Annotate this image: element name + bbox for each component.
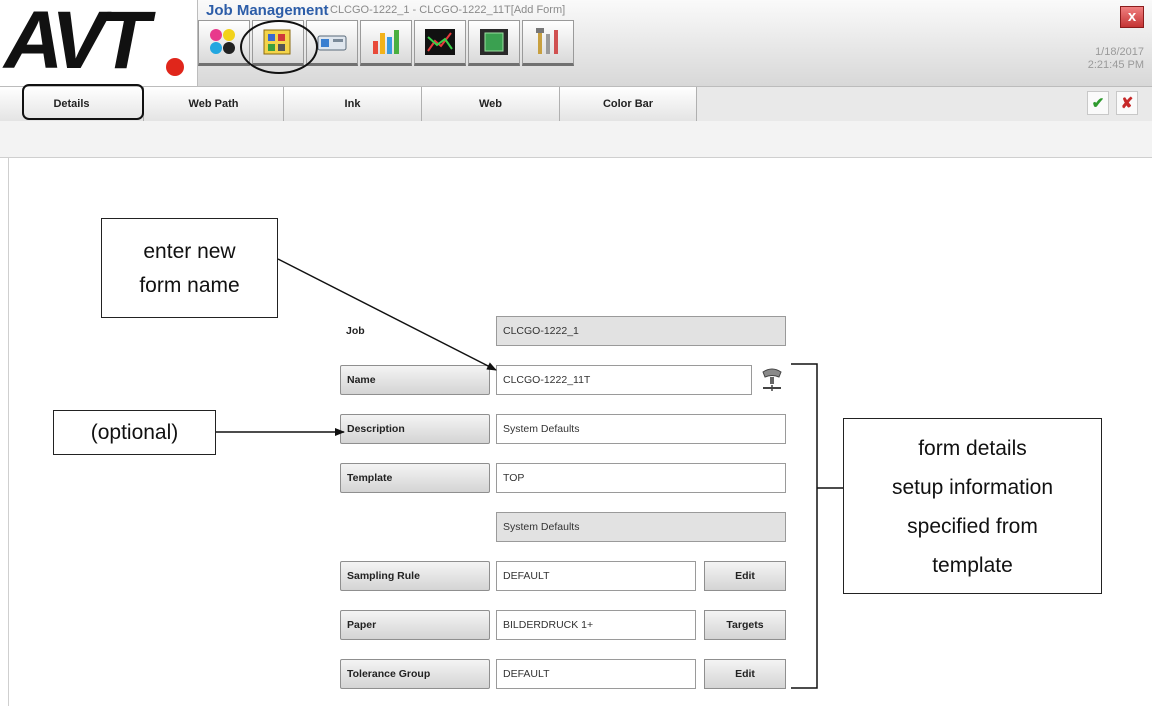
callout-text-line: template	[932, 554, 1013, 577]
tolerance-group-edit-button[interactable]: Edit	[704, 659, 786, 689]
monitor-icon	[480, 29, 508, 55]
tab-web-path[interactable]: Web Path	[144, 87, 284, 121]
callout-text-line: setup information	[891, 476, 1054, 499]
tab-ink[interactable]: Ink	[284, 87, 422, 121]
job-breadcrumb: CLCGO-1222_1 - CLCGO-1222_11T[Add Form]	[330, 4, 566, 16]
bracket-form-details	[791, 363, 843, 689]
description-button[interactable]: Description	[340, 414, 490, 444]
app-header: AVT Job Management CLCGO-1222_1 - CLCGO-…	[0, 0, 1152, 86]
arrow-to-name-field	[277, 258, 497, 371]
paper-field[interactable]: BILDERDRUCK 1+	[496, 610, 696, 640]
template-button[interactable]: Template	[340, 463, 490, 493]
sub-header-band	[0, 121, 1152, 158]
press-icon	[317, 35, 347, 51]
callout-form-details: form details setup information specified…	[843, 418, 1102, 594]
callout-text-line: enter new	[143, 240, 236, 263]
job-form-button[interactable]	[252, 20, 304, 66]
tools-button[interactable]	[522, 20, 574, 66]
graph-icon	[425, 29, 455, 55]
press-button[interactable]	[306, 20, 358, 66]
paper-targets-button[interactable]: Targets	[704, 610, 786, 640]
tab-bar: Details Web Path Ink Web Color Bar ✔ ✘	[0, 86, 1152, 122]
tab-details[interactable]: Details	[0, 87, 144, 121]
app-title: Job Management	[206, 2, 329, 19]
name-field[interactable]: CLCGO-1222_11T	[496, 365, 752, 395]
job-label: Job	[346, 325, 365, 337]
logo-text: AVT	[4, 0, 150, 86]
callout-text-line: form details	[918, 437, 1027, 460]
callout-text-line: form name	[139, 274, 240, 297]
name-button[interactable]: Name	[340, 365, 490, 395]
close-button[interactable]: x	[1120, 6, 1144, 28]
keyboard-icon[interactable]	[757, 366, 787, 394]
sampling-rule-edit-button[interactable]: Edit	[704, 561, 786, 591]
template-field[interactable]: TOP	[496, 463, 786, 493]
graph-button[interactable]	[414, 20, 466, 66]
bar-chart-icon	[373, 30, 399, 54]
job-form-icon	[263, 29, 291, 55]
sampling-rule-button[interactable]: Sampling Rule	[340, 561, 490, 591]
callout-text-line: specified from	[907, 515, 1038, 538]
tab-color-bar[interactable]: Color Bar	[560, 87, 697, 121]
avt-logo: AVT	[0, 0, 198, 86]
content-border	[8, 157, 9, 706]
callout-optional: (optional)	[53, 410, 216, 455]
sampling-rule-field[interactable]: DEFAULT	[496, 561, 696, 591]
description-field[interactable]: System Defaults	[496, 414, 786, 444]
date-display: 1/18/2017	[1095, 46, 1144, 58]
tolerance-group-field[interactable]: DEFAULT	[496, 659, 696, 689]
job-field: CLCGO-1222_1	[496, 316, 786, 346]
ink-colors-icon	[210, 29, 235, 54]
tolerance-group-button[interactable]: Tolerance Group	[340, 659, 490, 689]
paper-button[interactable]: Paper	[340, 610, 490, 640]
cancel-button[interactable]: ✘	[1116, 91, 1138, 115]
accept-button[interactable]: ✔	[1087, 91, 1109, 115]
bar-chart-button[interactable]	[360, 20, 412, 66]
logo-dot	[166, 58, 184, 76]
tab-web[interactable]: Web	[422, 87, 560, 121]
tools-icon	[536, 28, 558, 54]
callout-new-form-name: enter new form name	[101, 218, 278, 318]
monitor-button[interactable]	[468, 20, 520, 66]
ink-colors-button[interactable]	[198, 20, 250, 66]
time-display: 2:21:45 PM	[1087, 59, 1144, 71]
template-description-field: System Defaults	[496, 512, 786, 542]
